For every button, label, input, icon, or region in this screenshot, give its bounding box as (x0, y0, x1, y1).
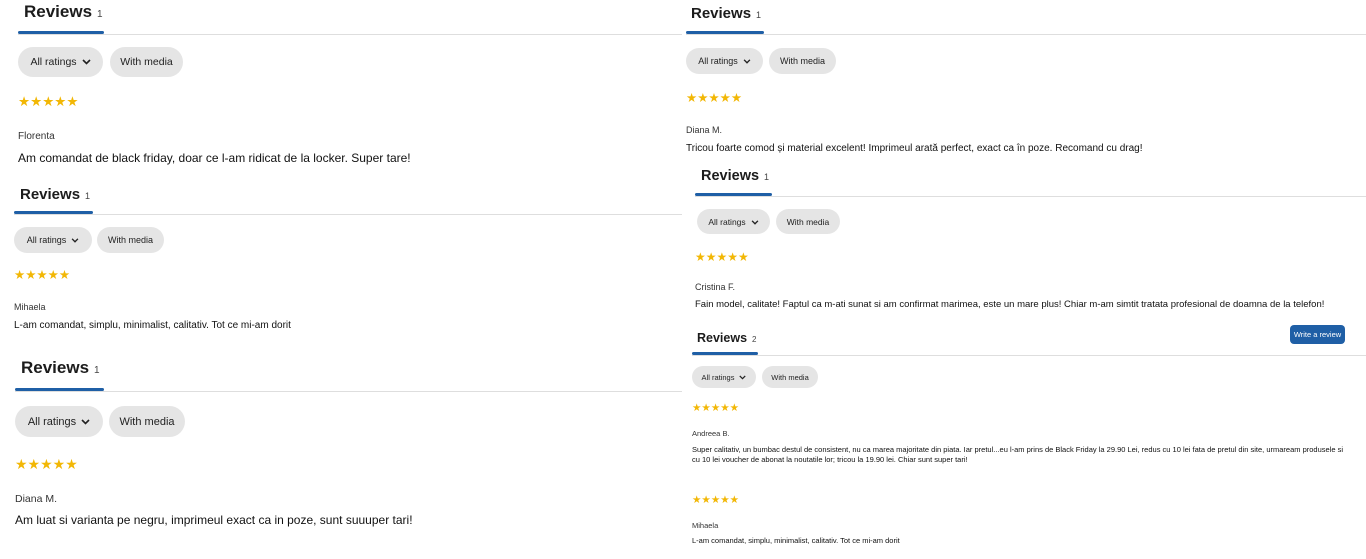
with-media-label: With media (119, 415, 175, 428)
review-text: Fain model, calitate! Faptul ca m-ati su… (695, 299, 1325, 310)
chevron-down-icon (81, 56, 91, 68)
all-ratings-label: All ratings (708, 216, 746, 227)
reviews-header: Reviews 2 (697, 331, 756, 345)
all-ratings-dropdown[interactable]: All ratings (697, 209, 770, 234)
reviews-header: Reviews 1 (691, 5, 761, 22)
with-media-filter[interactable]: With media (97, 227, 164, 253)
review-widget: Reviews 1 All ratings With media ★★★★★ M… (14, 180, 682, 340)
filter-bar: All ratings With media (697, 209, 840, 234)
with-media-filter[interactable]: With media (769, 48, 836, 74)
filter-bar: All ratings With media (15, 406, 185, 437)
all-ratings-dropdown[interactable]: All ratings (692, 366, 756, 388)
reviews-header: Reviews 1 (21, 358, 100, 378)
reviews-count: 1 (85, 191, 91, 201)
star-rating: ★★★★★ (18, 94, 79, 109)
reviews-title: Reviews (24, 2, 93, 21)
review-author: Cristina F. (695, 282, 736, 292)
all-ratings-label: All ratings (701, 372, 735, 382)
all-ratings-label: All ratings (26, 235, 67, 245)
reviews-count: 2 (752, 335, 757, 344)
star-rating: ★★★★★ (15, 456, 78, 472)
filter-bar: All ratings With media (18, 47, 183, 77)
all-ratings-label: All ratings (698, 56, 738, 66)
header-divider (686, 34, 1366, 35)
with-media-label: With media (786, 216, 830, 227)
review-widget: Reviews 1 All ratings With media ★★★★★ C… (695, 163, 1366, 313)
with-media-filter[interactable]: With media (110, 47, 183, 77)
review-text: Super calitativ, un bumbac destul de con… (692, 445, 1344, 464)
filter-bar: All ratings With media (686, 48, 836, 74)
chevron-down-icon (81, 416, 90, 428)
chevron-down-icon (743, 56, 751, 66)
header-divider (692, 355, 1366, 356)
star-rating: ★★★★★ (692, 494, 740, 506)
reviews-title: Reviews (701, 168, 760, 184)
star-rating: ★★★★★ (695, 250, 749, 264)
reviews-count: 1 (94, 365, 100, 376)
chevron-down-icon (739, 373, 747, 382)
header-divider (18, 34, 682, 35)
review-author: Mihaela (692, 521, 719, 530)
review-author: Florenta (18, 131, 55, 142)
chevron-down-icon (71, 235, 79, 245)
review-text: L-am comandat, simplu, minimalist, calit… (692, 536, 900, 545)
header-divider (695, 196, 1366, 197)
with-media-label: With media (120, 56, 173, 68)
active-tab-underline (18, 31, 104, 34)
review-widget: Reviews 1 All ratings With media ★★★★★ F… (18, 0, 682, 170)
review-text: L-am comandat, simplu, minimalist, calit… (14, 320, 291, 331)
all-ratings-label: All ratings (30, 56, 77, 68)
review-widget: Reviews 1 All ratings With media ★★★★★ D… (686, 0, 1366, 160)
star-rating: ★★★★★ (692, 402, 740, 414)
active-tab-underline (15, 388, 104, 391)
reviews-count: 1 (756, 10, 762, 20)
reviews-count: 1 (764, 172, 770, 182)
reviews-title: Reviews (20, 186, 81, 203)
review-text: Am luat si varianta pe negru, imprimeul … (15, 513, 413, 527)
filter-bar: All ratings With media (692, 366, 818, 388)
with-media-filter[interactable]: With media (109, 406, 185, 437)
all-ratings-dropdown[interactable]: All ratings (18, 47, 103, 77)
with-media-filter[interactable]: With media (776, 209, 840, 234)
reviews-header: Reviews 1 (701, 168, 769, 184)
chevron-down-icon (751, 217, 759, 227)
with-media-label: With media (107, 235, 153, 245)
header-divider (14, 214, 682, 215)
reviews-title: Reviews (21, 358, 90, 377)
review-author: Andreea B. (692, 429, 730, 438)
all-ratings-dropdown[interactable]: All ratings (14, 227, 92, 253)
active-tab-underline (695, 193, 772, 196)
star-rating: ★★★★★ (14, 268, 71, 282)
review-widget: Reviews 2 Write a review All ratings Wit… (692, 322, 1366, 559)
all-ratings-dropdown[interactable]: All ratings (686, 48, 763, 74)
all-ratings-label: All ratings (27, 415, 77, 428)
review-author: Mihaela (14, 302, 46, 312)
header-divider (15, 391, 682, 392)
filter-bar: All ratings With media (14, 227, 164, 253)
with-media-label: With media (779, 56, 825, 66)
reviews-header: Reviews 1 (24, 2, 103, 22)
with-media-filter[interactable]: With media (762, 366, 818, 388)
reviews-header: Reviews 1 (20, 186, 90, 203)
review-author: Diana M. (686, 125, 723, 135)
with-media-label: With media (771, 372, 809, 382)
review-text: Am comandat de black friday, doar ce l-a… (18, 151, 411, 165)
all-ratings-dropdown[interactable]: All ratings (15, 406, 103, 437)
review-widget: Reviews 1 All ratings With media ★★★★★ D… (15, 354, 682, 554)
reviews-title: Reviews (691, 5, 752, 22)
review-text: Tricou foarte comod și material excelent… (686, 143, 1143, 154)
active-tab-underline (692, 352, 758, 355)
star-rating: ★★★★★ (686, 91, 743, 105)
review-author: Diana M. (15, 493, 58, 505)
write-review-button[interactable]: Write a review (1290, 325, 1345, 344)
active-tab-underline (686, 31, 764, 34)
reviews-count: 1 (97, 9, 103, 20)
active-tab-underline (14, 211, 93, 214)
reviews-title: Reviews (697, 331, 748, 345)
